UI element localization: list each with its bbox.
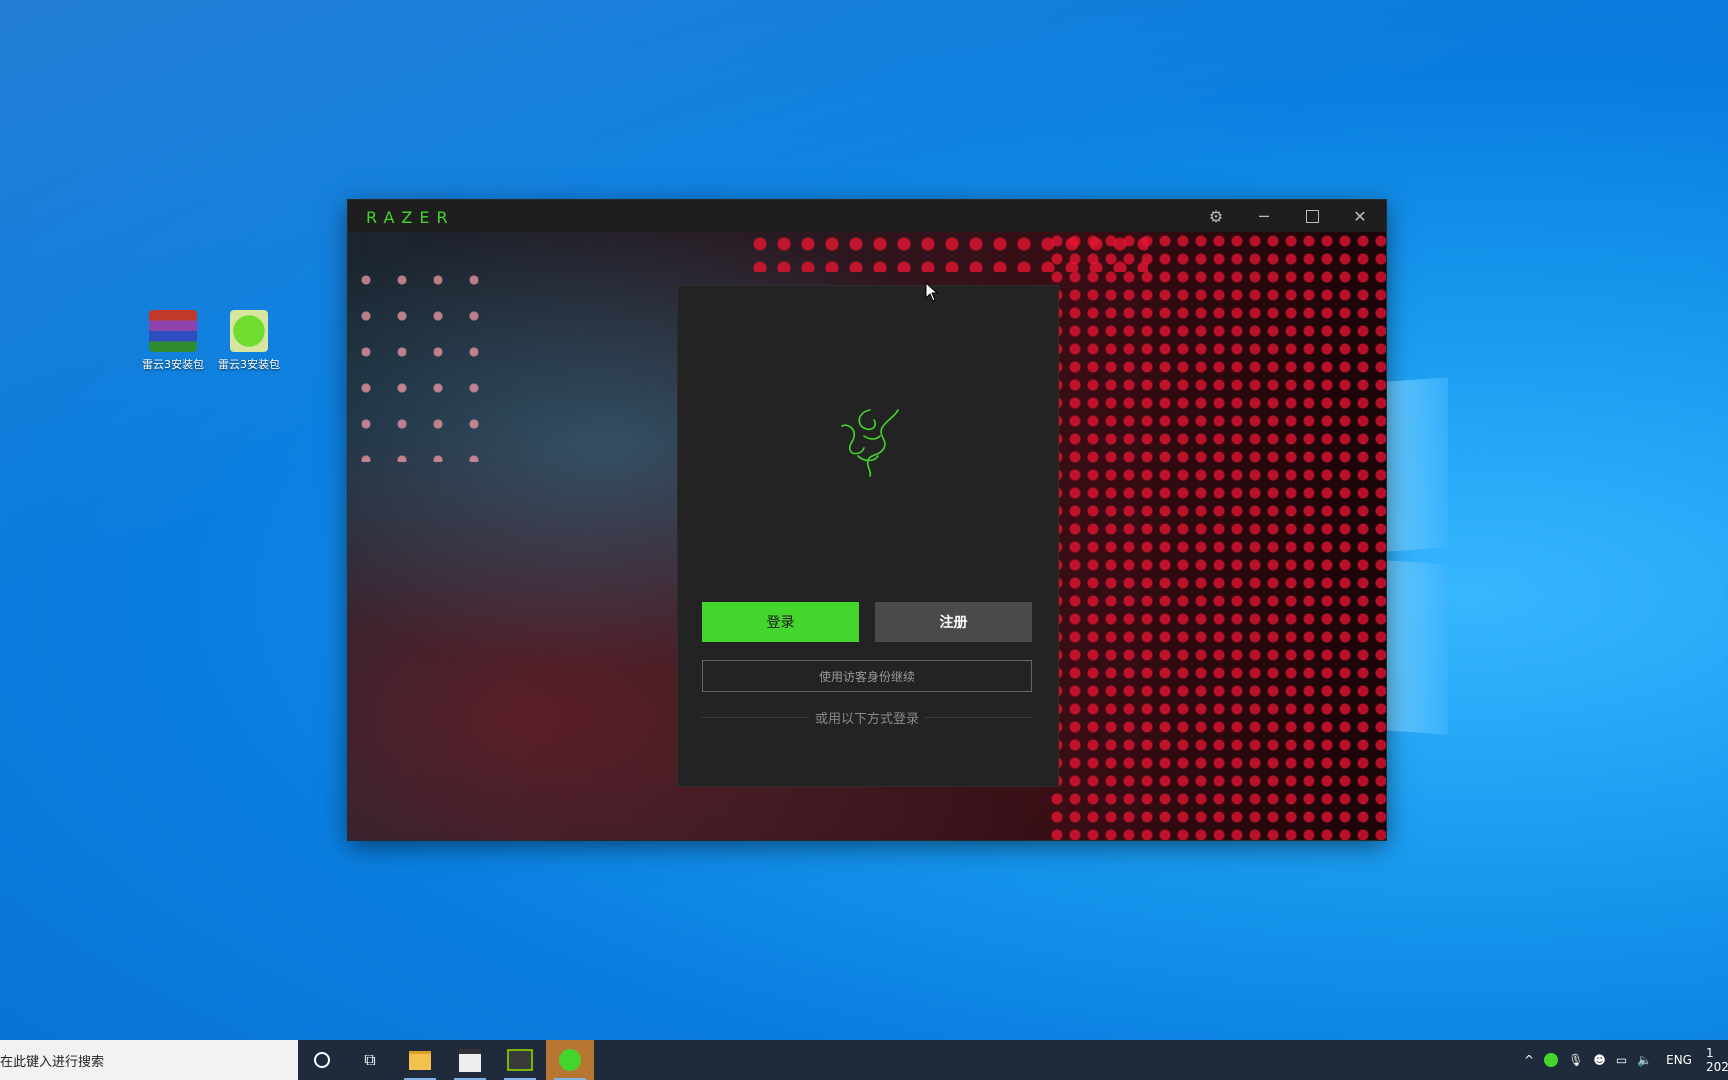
desktop-icon-installer[interactable]: 雷云3安装包 (209, 310, 289, 372)
login-panel: 登录 注册 使用访客身份继续 或用以下方式登录 (678, 286, 1058, 786)
razer-wordmark: RAZER (366, 208, 455, 227)
task-view-icon: ⧉ (364, 1050, 376, 1069)
razer-snake-logo-icon (841, 409, 899, 477)
minimize-icon: ─ (1259, 206, 1269, 226)
taskbar-file-explorer[interactable] (396, 1040, 444, 1080)
alt-login-divider: 或用以下方式登录 (702, 707, 1033, 727)
led-wall (1048, 232, 1386, 840)
language-indicator[interactable]: ENG (1666, 1053, 1692, 1067)
system-tray: ^ 🎙 ☻ ▭ 🔈 ENG 1 202 (1524, 1040, 1728, 1080)
folder-icon (409, 1050, 431, 1070)
qq-icon[interactable]: ☻ (1593, 1053, 1606, 1067)
circle-icon (314, 1052, 330, 1068)
desktop-icon-label: 雷云3安装包 (142, 358, 204, 371)
desktop-icon-archive[interactable]: 雷云3安装包 (133, 310, 213, 372)
bokeh-lights (348, 262, 488, 462)
cortana-button[interactable] (298, 1040, 346, 1080)
login-button[interactable]: 登录 (702, 602, 859, 642)
razer-synapse-window: RAZER ⚙ ─ ✕ 登录 注册 使用访客身份继续 或用以下方式登录 (348, 200, 1386, 840)
background-image: 登录 注册 使用访客身份继续 或用以下方式登录 (348, 232, 1386, 840)
guest-continue-button[interactable]: 使用访客身份继续 (702, 660, 1032, 692)
close-icon: ✕ (1353, 206, 1367, 226)
maximize-icon (1305, 209, 1319, 223)
taskbar-search-input[interactable]: 在此键入进行搜索 (0, 1040, 298, 1080)
taskbar-razer-app[interactable] (546, 1040, 594, 1080)
minimize-button[interactable]: ─ (1242, 200, 1286, 232)
chevron-up-icon[interactable]: ^ (1524, 1053, 1534, 1067)
clapperboard-icon (459, 1048, 481, 1072)
window-titlebar[interactable]: RAZER ⚙ ─ ✕ (348, 200, 1386, 232)
task-view-button[interactable]: ⧉ (346, 1040, 394, 1080)
winrar-archive-icon (149, 310, 197, 352)
clock-time: 1 (1705, 1046, 1714, 1060)
settings-button[interactable]: ⚙ (1194, 200, 1238, 232)
taskbar-video-app[interactable] (446, 1040, 494, 1080)
volume-icon[interactable]: 🔈 (1637, 1053, 1652, 1067)
network-icon[interactable]: ▭ (1616, 1053, 1627, 1067)
clock[interactable]: 1 202 (1706, 1046, 1728, 1074)
taskbar: 在此键入进行搜索 ⧉ ^ 🎙 ☻ ▭ 🔈 ENG 1 202 (0, 1040, 1728, 1080)
close-button[interactable]: ✕ (1338, 200, 1382, 232)
search-placeholder: 在此键入进行搜索 (0, 1054, 105, 1070)
maximize-button[interactable] (1290, 200, 1334, 232)
divider-line (702, 716, 809, 718)
razer-icon (559, 1049, 581, 1071)
desktop-icon-label: 雷云3安装包 (218, 358, 280, 371)
register-button[interactable]: 注册 (875, 602, 1032, 642)
microphone-icon[interactable]: 🎙 (1568, 1053, 1583, 1067)
mouse-cursor-icon (925, 282, 939, 302)
razer-tray-icon[interactable] (1544, 1053, 1559, 1067)
clock-date: 202 (1705, 1060, 1728, 1074)
nvidia-icon (507, 1049, 533, 1071)
razer-installer-icon (230, 310, 268, 352)
alt-login-label: 或用以下方式登录 (815, 711, 920, 727)
taskbar-nvidia-app[interactable] (496, 1040, 544, 1080)
gear-icon: ⚙ (1208, 206, 1224, 226)
divider-line (925, 716, 1033, 718)
